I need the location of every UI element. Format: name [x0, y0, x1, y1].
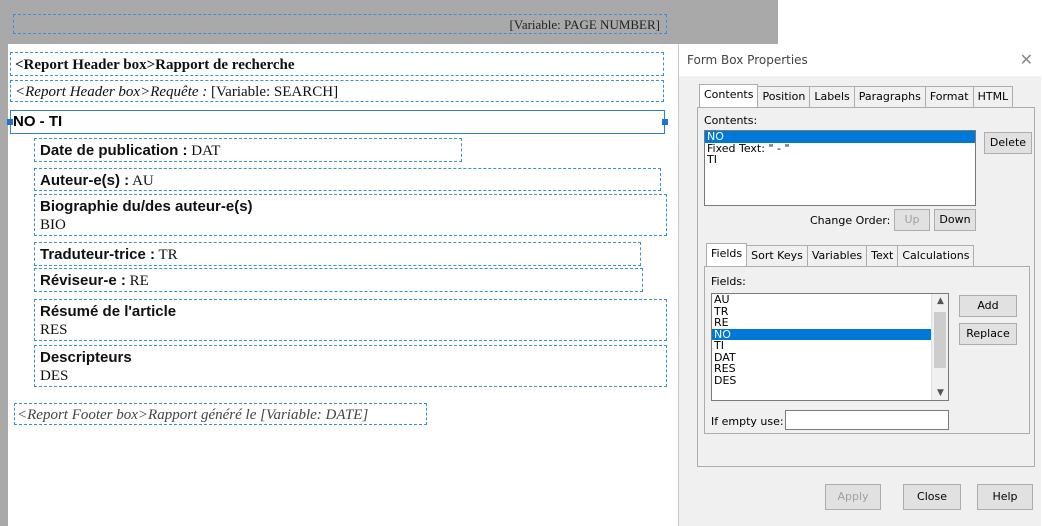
field-item[interactable]: TI — [712, 340, 948, 352]
page-number-box[interactable]: [Variable: PAGE NUMBER] — [13, 14, 667, 34]
report-footer-box[interactable]: <Report Footer box>Rapport généré le [Va… — [14, 403, 427, 425]
field-item[interactable]: TR — [712, 305, 948, 318]
chevron-down-icon[interactable]: ▼ — [932, 386, 948, 400]
fields-scrollbar[interactable]: ▲ ▼ — [931, 294, 948, 400]
contents-tab-panel: Contents: NO Fixed Text: " - " TI Delete… — [697, 107, 1035, 467]
field-box-translator[interactable]: Traduteur-trice : TR — [34, 242, 641, 266]
field-label-descriptors: Descripteurs — [40, 349, 132, 366]
field-value-date: DAT — [187, 143, 221, 159]
report-header-box-query[interactable]: <Report Header box>Requête : [Variable: … — [10, 80, 664, 102]
field-box-author[interactable]: Auteur-e(s) : AU — [34, 168, 661, 191]
field-box-descriptors[interactable]: Descripteurs DES — [34, 345, 667, 387]
report-header-query-prefix: <Report Header box>Requête : — [15, 84, 208, 100]
field-box-date[interactable]: Date de publication : DAT — [34, 138, 462, 162]
field-item[interactable]: RES — [712, 363, 948, 375]
field-label-author: Auteur-e(s) : — [40, 172, 130, 189]
contents-item[interactable]: NO — [705, 131, 975, 143]
dialog-title: Form Box Properties — [687, 53, 808, 67]
field-item[interactable]: DAT — [712, 351, 948, 364]
field-value-author: AU — [129, 173, 154, 189]
report-header-query-text: <Report Header box>Requête : [Variable: … — [15, 84, 338, 101]
fields-tab-panel: Fields: AU TR RE NO TI DAT RES DES ▲ ▼ A… — [704, 266, 1030, 434]
contents-label: Contents: — [704, 114, 758, 127]
field-value-biography: BIO — [40, 217, 66, 233]
chevron-up-icon[interactable]: ▲ — [932, 294, 948, 308]
add-field-button[interactable]: Add — [959, 295, 1017, 317]
tab-sort-keys[interactable]: Sort Keys — [746, 245, 808, 266]
tab-text[interactable]: Text — [866, 245, 899, 266]
if-empty-input[interactable] — [785, 410, 949, 430]
selected-form-box[interactable]: NO - TI — [7, 110, 668, 134]
move-down-button[interactable]: Down — [934, 209, 976, 231]
move-up-button[interactable]: Up — [894, 209, 930, 231]
tab-html[interactable]: HTML — [972, 86, 1014, 107]
tab-variables[interactable]: Variables — [806, 245, 868, 266]
form-box-properties-dialog: Form Box Properties ✕ Contents Position … — [678, 44, 1041, 526]
scrollbar-thumb[interactable] — [934, 312, 946, 368]
close-button[interactable]: Close — [903, 484, 961, 510]
properties-tab-bar: Contents Position Labels Paragraphs Form… — [699, 84, 1014, 107]
tab-paragraphs[interactable]: Paragraphs — [853, 86, 926, 107]
field-item[interactable]: RE — [712, 317, 948, 329]
replace-field-button[interactable]: Replace — [959, 323, 1017, 345]
field-label-reviewer: Réviseur-e : — [40, 272, 126, 289]
tab-position[interactable]: Position — [757, 86, 811, 107]
dialog-title-bar[interactable]: Form Box Properties ✕ — [679, 44, 1041, 76]
page-number-variable: [Variable: PAGE NUMBER] — [509, 17, 660, 32]
help-button[interactable]: Help — [977, 484, 1033, 510]
field-label-biography: Biographie du/des auteur-e(s) — [40, 198, 253, 215]
field-value-translator: TR — [155, 247, 178, 263]
field-value-abstract: RES — [40, 322, 68, 338]
field-value-reviewer: RE — [125, 273, 149, 289]
field-value-descriptors: DES — [40, 368, 69, 384]
source-tab-bar: Fields Sort Keys Variables Text Calculat… — [706, 243, 975, 266]
contents-item[interactable]: Fixed Text: " - " — [705, 142, 975, 155]
field-item[interactable]: AU — [712, 294, 948, 306]
report-design-canvas[interactable]: [Variable: PAGE NUMBER] <Report Header b… — [0, 0, 778, 526]
close-icon[interactable]: ✕ — [1020, 50, 1033, 69]
field-item[interactable]: DES — [712, 374, 948, 387]
canvas-margin-left — [0, 0, 8, 526]
field-box-reviewer[interactable]: Réviseur-e : RE — [34, 268, 643, 292]
tab-labels[interactable]: Labels — [809, 86, 855, 107]
field-label-translator: Traduteur-trice : — [40, 246, 156, 263]
apply-button[interactable]: Apply — [825, 484, 881, 510]
selected-form-box-text: NO - TI — [13, 113, 63, 130]
field-box-biography[interactable]: Biographie du/des auteur-e(s) BIO — [34, 194, 667, 236]
report-header-box-title[interactable]: <Report Header box>Rapport de recherche — [10, 52, 664, 76]
contents-item[interactable]: TI — [705, 154, 975, 166]
tab-format[interactable]: Format — [924, 86, 974, 107]
delete-button[interactable]: Delete — [984, 132, 1032, 154]
report-header-query-variable: [Variable: SEARCH] — [207, 84, 339, 100]
field-item[interactable]: NO — [712, 328, 948, 340]
contents-listbox[interactable]: NO Fixed Text: " - " TI — [704, 130, 976, 206]
tab-fields[interactable]: Fields — [706, 243, 748, 266]
report-footer-text: <Report Footer box>Rapport généré le [Va… — [17, 407, 369, 423]
resize-handle-right[interactable] — [662, 119, 668, 125]
change-order-label: Change Order: — [810, 214, 891, 227]
report-header-title-text: <Report Header box>Rapport de recherche — [15, 57, 295, 73]
field-label-date: Date de publication : — [40, 142, 188, 159]
tab-contents[interactable]: Contents — [699, 84, 759, 107]
fields-listbox[interactable]: AU TR RE NO TI DAT RES DES ▲ ▼ — [711, 293, 949, 401]
if-empty-label: If empty use: — [711, 415, 784, 428]
fields-label: Fields: — [711, 275, 746, 288]
field-label-abstract: Résumé de l'article — [40, 303, 177, 320]
field-box-abstract[interactable]: Résumé de l'article RES — [34, 299, 667, 341]
tab-calculations[interactable]: Calculations — [897, 245, 975, 266]
